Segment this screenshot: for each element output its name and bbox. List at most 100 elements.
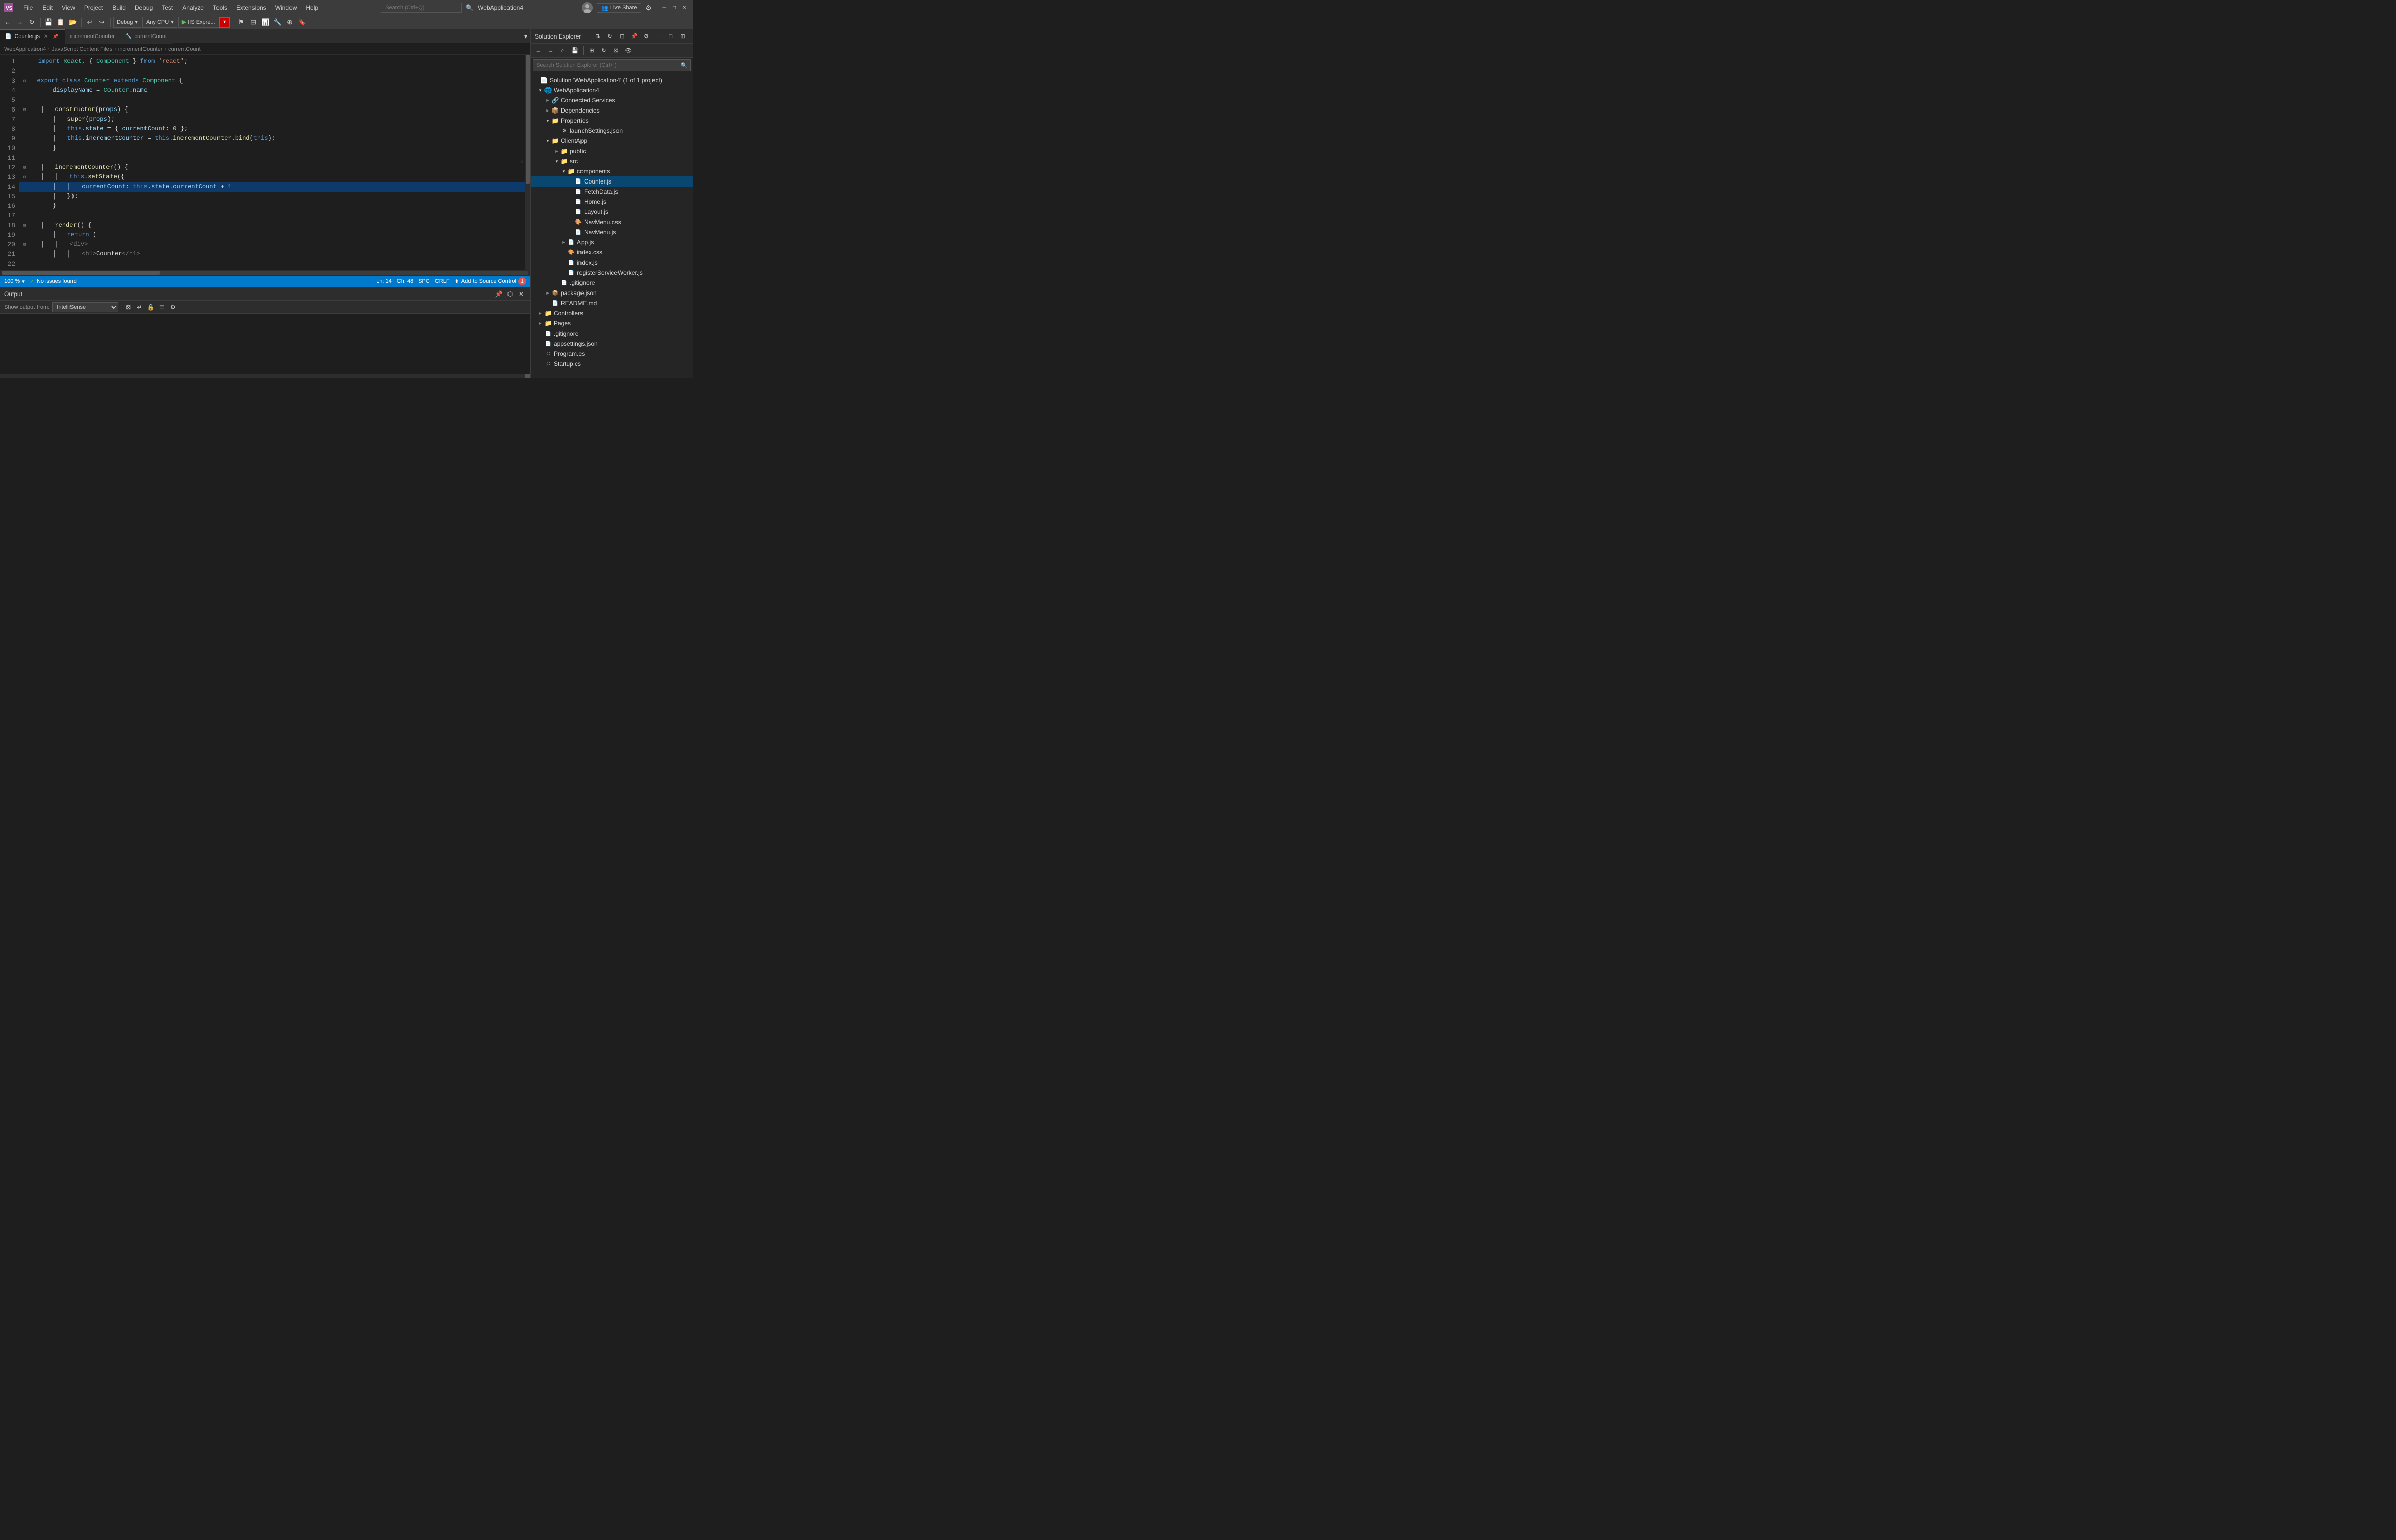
output-close-button[interactable]: ✕ <box>516 289 526 299</box>
breadcrumb-part-2[interactable]: incrementCounter <box>118 46 162 52</box>
breadcrumb-part-1[interactable]: JavaScript Content Files <box>52 46 112 52</box>
editor-scrollbar-thumb[interactable] <box>526 55 530 184</box>
platform-dropdown[interactable]: Any CPU ▾ <box>142 17 177 28</box>
run-button[interactable]: ▶ IIS Expre... <box>178 17 219 28</box>
menu-build[interactable]: Build <box>108 3 130 12</box>
settings-icon[interactable]: ⚙ <box>645 4 652 12</box>
se-filter-button[interactable]: ⊞ <box>586 45 597 56</box>
tree-item-index-css[interactable]: 🎨 index.css <box>531 247 693 258</box>
menu-file[interactable]: File <box>19 3 37 12</box>
tree-item-properties[interactable]: ▾ 📁 Properties <box>531 116 693 126</box>
tree-item-fetchdata-js[interactable]: 📄 FetchData.js <box>531 187 693 197</box>
se-search-input[interactable] <box>533 60 679 71</box>
tree-item-dependencies[interactable]: ► 📦 Dependencies <box>531 105 693 116</box>
tree-item-components[interactable]: ▾ 📁 components <box>531 166 693 176</box>
tab-current-count[interactable]: 🔧 currentCount <box>120 29 172 44</box>
se-refresh-tree-button[interactable]: ↻ <box>598 45 609 56</box>
menu-analyze[interactable]: Analyze <box>178 3 208 12</box>
code-editor[interactable]: 12345 678910 1112131415 1617181920 21222… <box>0 55 530 270</box>
maximize-button[interactable]: □ <box>670 4 678 12</box>
se-save-button[interactable]: 💾 <box>569 45 580 56</box>
tree-item-webapp4[interactable]: ▾ 🌐 WebApplication4 <box>531 85 693 95</box>
avatar[interactable] <box>582 2 593 13</box>
se-settings-button[interactable]: ⚙ <box>641 31 652 42</box>
h-scrollbar-track[interactable] <box>2 271 528 275</box>
se-close-button[interactable]: ─ <box>653 31 664 42</box>
tree-item-public[interactable]: ► 📁 public <box>531 146 693 156</box>
output-settings-button[interactable]: ⚙ <box>168 302 178 312</box>
breadcrumb-part-3[interactable]: currentCount <box>168 46 201 52</box>
tree-item-src[interactable]: ▾ 📁 src <box>531 156 693 166</box>
close-button[interactable]: ✕ <box>680 4 688 12</box>
se-refresh-button[interactable]: ↻ <box>604 31 615 42</box>
live-share-button[interactable]: 👥 Live Share <box>597 3 641 13</box>
toolbar-extra-2[interactable]: ⊞ <box>248 17 259 28</box>
menu-test[interactable]: Test <box>158 3 177 12</box>
se-pin-button[interactable]: 📌 <box>629 31 640 42</box>
tree-item-readme[interactable]: 📄 README.md <box>531 298 693 308</box>
tree-item-startup-cs[interactable]: C Startup.cs <box>531 359 693 369</box>
tree-item-appsettings[interactable]: 📄 appsettings.json <box>531 339 693 349</box>
tab-scroll-down[interactable]: ▾ <box>521 31 530 42</box>
tree-item-package-json[interactable]: ► 📦 package.json <box>531 288 693 298</box>
se-collapse-all-button[interactable]: ⊟ <box>616 31 628 42</box>
toolbar-extra-6[interactable]: 🔖 <box>297 17 308 28</box>
tree-item-solution[interactable]: 📄 Solution 'WebApplication4' (1 of 1 pro… <box>531 75 693 85</box>
add-to-source-button[interactable]: ⬆ Add to Source Control 1 <box>455 277 526 285</box>
se-show-all-button[interactable]: 👁 <box>623 45 634 56</box>
se-forward-button[interactable]: → <box>545 45 556 56</box>
se-maximize-button[interactable]: □ <box>665 31 676 42</box>
run-dropdown-button[interactable]: ▾ <box>219 17 230 28</box>
se-sync-button[interactable]: ⇅ <box>592 31 603 42</box>
menu-project[interactable]: Project <box>80 3 107 12</box>
tree-item-navmenu-js[interactable]: 📄 NavMenu.js <box>531 227 693 237</box>
undo-button[interactable]: ↩ <box>84 17 95 28</box>
horizontal-scrollbar[interactable] <box>0 270 530 276</box>
tree-item-register-sw[interactable]: 📄 registerServiceWorker.js <box>531 268 693 278</box>
tree-item-program-cs[interactable]: C Program.cs <box>531 349 693 359</box>
forward-button[interactable]: → <box>14 17 25 28</box>
menu-edit[interactable]: Edit <box>38 3 57 12</box>
output-pin-button[interactable]: 📌 <box>494 289 504 299</box>
menu-extensions[interactable]: Extensions <box>232 3 270 12</box>
menu-window[interactable]: Window <box>271 3 301 12</box>
debug-config-dropdown[interactable]: Debug ▾ <box>113 17 141 28</box>
tree-item-app-js[interactable]: ► 📄 App.js <box>531 237 693 247</box>
se-back-button[interactable]: ← <box>533 45 544 56</box>
tree-item-controllers[interactable]: ► 📁 Controllers <box>531 308 693 318</box>
output-v-scrollbar[interactable] <box>525 374 530 378</box>
redo-button[interactable]: ↪ <box>96 17 107 28</box>
open-file-button[interactable]: 📂 <box>67 17 79 28</box>
tree-item-connected-services[interactable]: ► 🔗 Connected Services <box>531 95 693 105</box>
h-scrollbar-thumb[interactable] <box>2 271 160 275</box>
se-collapse-tree-button[interactable]: ⊠ <box>610 45 622 56</box>
global-search-input[interactable] <box>381 3 462 13</box>
tree-item-launchsettings[interactable]: ⚙ launchSettings.json <box>531 126 693 136</box>
toolbar-extra-4[interactable]: 🔧 <box>272 17 283 28</box>
tree-item-navmenu-css[interactable]: 🎨 NavMenu.css <box>531 217 693 227</box>
menu-debug[interactable]: Debug <box>131 3 157 12</box>
tree-item-clientapp[interactable]: ▾ 📁 ClientApp <box>531 136 693 146</box>
editor-scrollbar[interactable] <box>525 55 530 270</box>
tree-item-layout-js[interactable]: 📄 Layout.js <box>531 207 693 217</box>
se-dock-button[interactable]: ⊞ <box>677 31 688 42</box>
menu-view[interactable]: View <box>58 3 79 12</box>
show-from-dropdown[interactable]: IntelliSense <box>52 302 118 312</box>
output-scroll-lock-button[interactable]: 🔒 <box>146 302 156 312</box>
tree-item-gitignore-client[interactable]: 📄 .gitignore <box>531 278 693 288</box>
tree-item-counter-js[interactable]: 📄 Counter.js <box>531 176 693 187</box>
tab-counter-js-close[interactable]: ✕ <box>43 33 49 40</box>
tree-item-index-js[interactable]: 📄 index.js <box>531 258 693 268</box>
tab-increment-counter[interactable]: incrementCounter <box>65 29 120 44</box>
breadcrumb-part-0[interactable]: WebApplication4 <box>4 46 46 52</box>
tree-item-pages[interactable]: ► 📁 Pages <box>531 318 693 328</box>
output-clear-button[interactable]: ⊠ <box>123 302 133 312</box>
output-wrap-button[interactable]: ↵ <box>134 302 144 312</box>
toolbar-extra-3[interactable]: 📊 <box>260 17 271 28</box>
output-find-button[interactable]: ☰ <box>157 302 167 312</box>
tab-counter-js-pin[interactable]: 📌 <box>52 33 59 40</box>
se-home-button[interactable]: ⌂ <box>557 45 568 56</box>
minimize-button[interactable]: ─ <box>660 4 668 12</box>
toolbar-extra-5[interactable]: ⊕ <box>284 17 296 28</box>
save-button[interactable]: 💾 <box>43 17 54 28</box>
